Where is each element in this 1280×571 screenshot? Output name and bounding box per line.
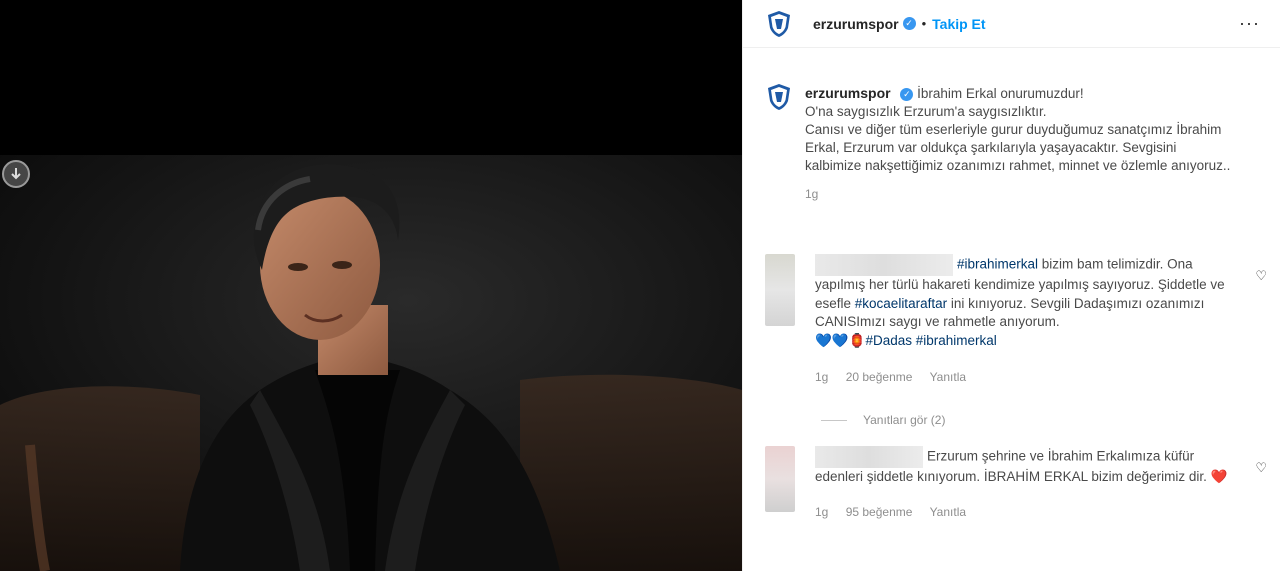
comment-likes[interactable]: 20 beğenme bbox=[846, 370, 913, 384]
redacted-username[interactable] bbox=[815, 254, 953, 276]
post-media[interactable] bbox=[0, 0, 742, 571]
hashtag-link[interactable]: #kocaelitaraftar bbox=[855, 296, 947, 311]
header-user: erzurumspor ✓ • Takip Et bbox=[813, 16, 986, 32]
hashtag-link[interactable]: #Dadas bbox=[865, 333, 912, 348]
verified-icon: ✓ bbox=[902, 17, 916, 30]
comment-text: #ibrahimerkal bizim bam telimizdir. Ona … bbox=[815, 254, 1235, 350]
comment-body: Erzurum şehrine ve İbrahim Erkalımıza kü… bbox=[815, 446, 1235, 521]
header-separator: • bbox=[921, 16, 927, 31]
heart-emoji: ❤️ bbox=[1210, 469, 1228, 484]
emoji-text: 💙💙🏮 bbox=[815, 332, 866, 348]
comment-item: Erzurum şehrine ve İbrahim Erkalımıza kü… bbox=[743, 446, 1280, 521]
comment-text: Erzurum şehrine ve İbrahim Erkalımıza kü… bbox=[815, 446, 1235, 487]
hashtag-link[interactable]: #ibrahimerkal bbox=[916, 333, 997, 348]
caption-time[interactable]: 1g bbox=[805, 187, 1235, 201]
more-options-button[interactable]: ··· bbox=[1239, 13, 1260, 34]
caption-content: erzurumspor ✓ İbrahim Erkal onurumuzdur!… bbox=[805, 84, 1235, 201]
caption-line-1: İbrahim Erkal onurumuzdur! bbox=[917, 86, 1084, 101]
post-caption: erzurumspor ✓ İbrahim Erkal onurumuzdur!… bbox=[743, 84, 1280, 201]
caption-username[interactable]: erzurumspor bbox=[805, 85, 891, 101]
portrait-illustration bbox=[0, 155, 742, 571]
club-logo-icon[interactable] bbox=[765, 10, 793, 38]
avatar[interactable] bbox=[765, 446, 795, 512]
comment-time[interactable]: 1g bbox=[815, 505, 828, 519]
avatar[interactable] bbox=[765, 254, 795, 326]
download-icon[interactable] bbox=[2, 160, 30, 188]
reply-button[interactable]: Yanıtla bbox=[930, 370, 966, 384]
heart-icon[interactable]: ♡ bbox=[1255, 460, 1267, 476]
caption-text: erzurumspor ✓ İbrahim Erkal onurumuzdur!… bbox=[805, 84, 1235, 175]
hashtag-link[interactable]: #ibrahimerkal bbox=[957, 257, 1038, 272]
caption-line-2: O'na saygısızlık Erzurum'a saygısızlıktı… bbox=[805, 104, 1047, 119]
media-letterbox bbox=[0, 0, 742, 155]
comment-meta: 1g 95 beğenme Yanıtla bbox=[815, 503, 1235, 522]
follow-button[interactable]: Takip Et bbox=[932, 16, 985, 32]
replies-divider bbox=[821, 419, 847, 421]
comment-body: #ibrahimerkal bizim bam telimizdir. Ona … bbox=[815, 254, 1235, 387]
view-replies-button[interactable]: Yanıtları gör (2) bbox=[821, 413, 945, 427]
comment-meta: 1g 20 beğenme Yanıtla bbox=[815, 368, 1235, 387]
comment-time[interactable]: 1g bbox=[815, 370, 828, 384]
header-username[interactable]: erzurumspor bbox=[813, 16, 899, 32]
caption-line-3: Canısı ve diğer tüm eserleriyle gurur du… bbox=[805, 122, 1231, 173]
comment-item: #ibrahimerkal bizim bam telimizdir. Ona … bbox=[743, 254, 1280, 387]
club-logo-icon[interactable] bbox=[765, 83, 793, 111]
redacted-username[interactable] bbox=[815, 446, 923, 468]
verified-icon: ✓ bbox=[900, 87, 914, 101]
view-replies-label: Yanıtları gör (2) bbox=[863, 413, 946, 427]
comment-likes[interactable]: 95 beğenme bbox=[846, 505, 913, 519]
post-header: erzurumspor ✓ • Takip Et ··· bbox=[743, 0, 1280, 48]
post-side-panel: erzurumspor ✓ • Takip Et ··· erzurumspor… bbox=[742, 0, 1280, 571]
heart-icon[interactable]: ♡ bbox=[1255, 268, 1267, 284]
post-photo bbox=[0, 155, 742, 571]
reply-button[interactable]: Yanıtla bbox=[930, 505, 966, 519]
